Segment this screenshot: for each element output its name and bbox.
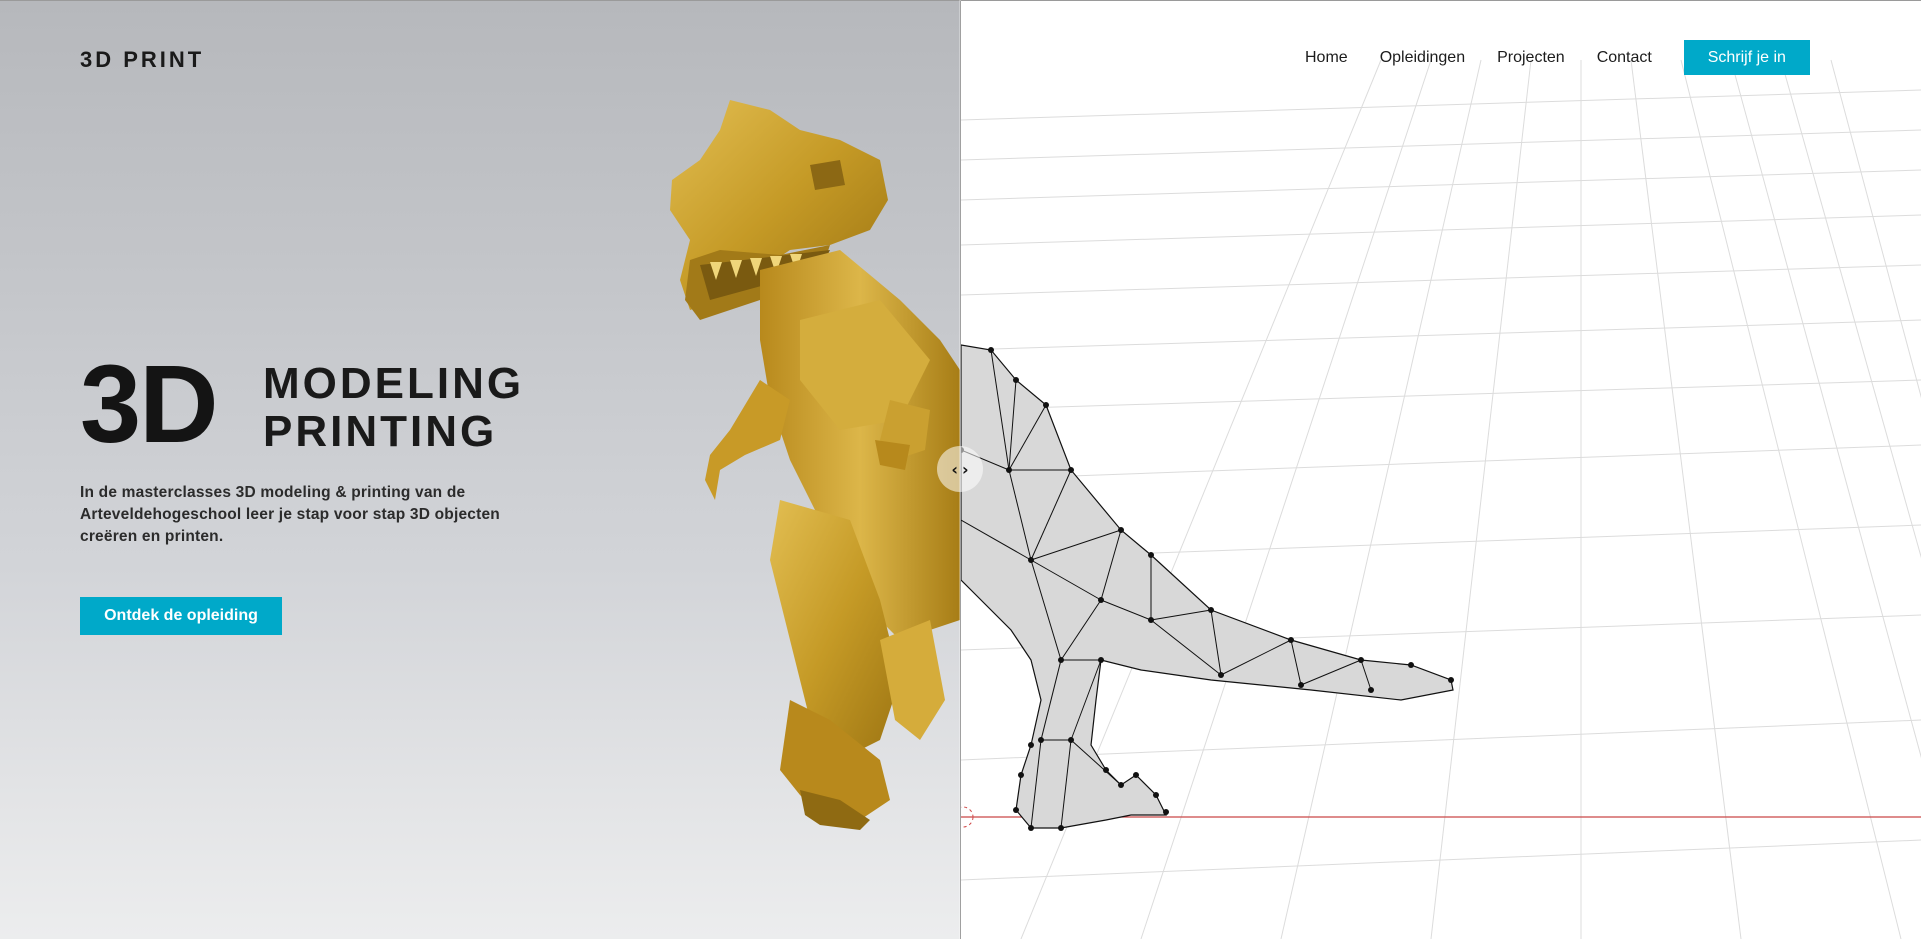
brand-logo[interactable]: 3D PRINT (80, 47, 204, 73)
nav-link-contact[interactable]: Contact (1597, 49, 1652, 67)
gold-trex-photo (670, 100, 960, 830)
hero-line-modeling: MODELING (263, 359, 525, 408)
main-nav: Home Opleidingen Projecten Contact Schri… (1305, 40, 1810, 75)
chevron-left-icon: ‹ (951, 459, 958, 479)
wireframe-trex (961, 59, 1921, 939)
hero-line-printing: PRINTING (263, 407, 498, 456)
nav-link-projecten[interactable]: Projecten (1497, 49, 1565, 67)
hero-subheading: MODELING PRINTING (263, 360, 524, 456)
nav-link-home[interactable]: Home (1305, 49, 1348, 67)
compare-slider-handle[interactable]: ‹ › (937, 446, 983, 492)
hero-big-3d: 3D (80, 343, 219, 466)
nav-link-opleidingen[interactable]: Opleidingen (1380, 49, 1465, 67)
wireframe-viewport (960, 0, 1921, 939)
hero-photo-panel (0, 0, 960, 939)
hero-description: In de masterclasses 3D modeling & printi… (80, 484, 500, 545)
discover-course-button[interactable]: Ontdek de opleiding (80, 597, 282, 635)
signup-button[interactable]: Schrijf je in (1683, 40, 1810, 75)
chevron-right-icon: › (962, 459, 969, 479)
